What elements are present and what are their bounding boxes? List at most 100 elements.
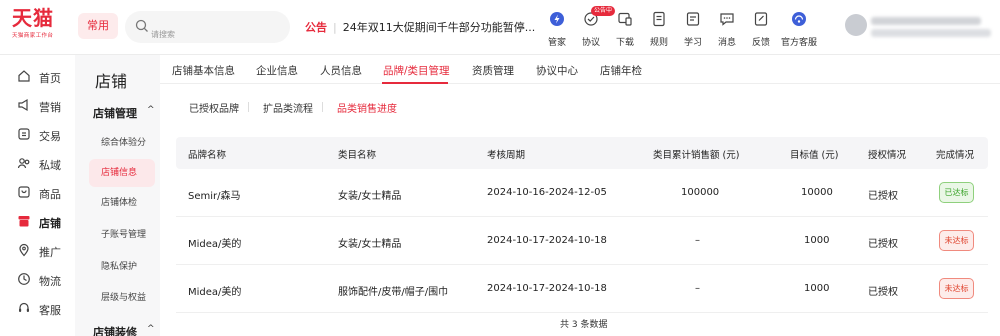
tab-brand-category[interactable]: 品牌/类目管理 bbox=[383, 63, 450, 78]
tab-agreement-center[interactable]: 协议中心 bbox=[536, 63, 578, 78]
tab-personnel-info[interactable]: 人员信息 bbox=[320, 63, 362, 78]
announcement-tag: 公告 bbox=[305, 21, 327, 34]
nav-label: 商品 bbox=[39, 188, 61, 201]
subtab-bar: 已授权品牌 扩品类流程 品类销售进度 bbox=[160, 84, 1000, 128]
nav-label: 店铺 bbox=[39, 217, 61, 230]
nav-item-customer-service[interactable]: 客服 bbox=[0, 297, 75, 319]
cell-period: 2024-10-16-2024-12-05 bbox=[487, 187, 607, 198]
tool-label: 下载 bbox=[615, 38, 634, 48]
search-placeholder: 请搜索 bbox=[151, 30, 175, 39]
subtab-authorized-brands[interactable]: 已授权品牌 bbox=[189, 100, 239, 115]
home-icon bbox=[18, 70, 30, 82]
tool-message[interactable]: 消息 bbox=[709, 8, 745, 48]
tmall-logo[interactable]: 天猫 天猫商家工作台 bbox=[12, 6, 70, 39]
tab-qualification[interactable]: 资质管理 bbox=[472, 63, 514, 78]
nav-item-marketing[interactable]: 营销 bbox=[0, 94, 75, 116]
tool-label: 协议 bbox=[581, 38, 600, 48]
table-row: Semir/森马 女装/女士精品 2024-10-16-2024-12-05 1… bbox=[176, 169, 988, 217]
subtab-category-sales-progress[interactable]: 品类销售进度 bbox=[337, 100, 397, 115]
group-label: 店铺管理 bbox=[93, 107, 137, 120]
cell-category: 女装/女士精品 bbox=[338, 239, 402, 250]
submenu-item-tier-benefits[interactable]: 层级与权益 bbox=[89, 284, 155, 312]
cell-auth: 已授权 bbox=[868, 191, 898, 202]
submenu-item-experience-score[interactable]: 综合体验分 bbox=[89, 129, 155, 157]
main-content: 店铺基本信息 企业信息 人员信息 品牌/类目管理 资质管理 协议中心 店铺年检 … bbox=[160, 55, 1000, 336]
table-row: Midea/美的 女装/女士精品 2024-10-17-2024-10-18 –… bbox=[176, 217, 988, 265]
submenu-item-subaccount[interactable]: 子账号管理 bbox=[89, 221, 155, 249]
divider bbox=[248, 102, 249, 112]
cell-brand: Midea/美的 bbox=[188, 287, 242, 298]
cell-sales: – bbox=[695, 283, 700, 294]
store-icon bbox=[18, 216, 30, 227]
tool-label: 反馈 bbox=[751, 38, 770, 48]
tool-butler[interactable]: 管家 bbox=[539, 8, 575, 48]
tool-label: 学习 bbox=[683, 38, 702, 48]
logo-text: 天猫 bbox=[12, 6, 54, 30]
column-header-status: 完成情况 bbox=[936, 150, 975, 161]
learn-icon bbox=[686, 12, 700, 26]
divider bbox=[322, 102, 323, 112]
agreement-badge: 公告中 bbox=[591, 6, 616, 16]
common-button[interactable]: 常用 bbox=[78, 13, 118, 39]
cell-brand: Semir/森马 bbox=[188, 191, 241, 202]
tool-rules[interactable]: 规则 bbox=[641, 8, 677, 48]
status-badge: 已达标 bbox=[939, 182, 974, 203]
nav-item-logistics[interactable]: 物流 bbox=[0, 268, 75, 290]
user-info-blurred bbox=[871, 29, 991, 37]
search-icon bbox=[135, 19, 148, 32]
column-header-category: 类目名称 bbox=[338, 150, 377, 161]
marketing-icon bbox=[18, 98, 28, 112]
chevron-up-icon: ^ bbox=[147, 105, 155, 115]
tool-label: 管家 bbox=[547, 38, 566, 48]
customer-service-icon bbox=[19, 302, 29, 312]
tab-bar: 店铺基本信息 企业信息 人员信息 品牌/类目管理 资质管理 协议中心 店铺年检 bbox=[160, 55, 1000, 84]
nav-item-goods[interactable]: 商品 bbox=[0, 181, 75, 203]
nav-label: 物流 bbox=[39, 275, 61, 288]
column-header-target: 目标值 (元) bbox=[790, 150, 839, 161]
nav-label: 交易 bbox=[39, 130, 61, 143]
tab-annual-inspection[interactable]: 店铺年检 bbox=[600, 63, 642, 78]
nav-label: 客服 bbox=[39, 304, 61, 317]
cell-sales: – bbox=[695, 235, 700, 246]
table-header: 品牌名称 类目名称 考核周期 类目累计销售额 (元) 目标值 (元) 授权情况 … bbox=[176, 137, 988, 169]
tab-basic-info[interactable]: 店铺基本信息 bbox=[172, 63, 235, 78]
tool-official-service[interactable]: 官方客服 bbox=[781, 8, 817, 48]
cell-sales: 100000 bbox=[681, 187, 720, 198]
search-input[interactable]: 请搜索 bbox=[125, 11, 290, 43]
cell-period: 2024-10-17-2024-10-18 bbox=[487, 283, 607, 294]
submenu-item-store-checkup[interactable]: 店铺体检 bbox=[89, 189, 155, 217]
submenu-item-privacy[interactable]: 隐私保护 bbox=[89, 253, 155, 281]
submenu-group-store-decoration[interactable]: 店铺装修 ^ bbox=[93, 324, 155, 336]
table-row: Midea/美的 服饰配件/皮带/帽子/围巾 2024-10-17-2024-1… bbox=[176, 265, 988, 313]
subtab-expand-category[interactable]: 扩品类流程 bbox=[263, 100, 313, 115]
submenu-item-store-info[interactable]: 店铺信息 bbox=[89, 159, 155, 187]
group-label: 店铺装修 bbox=[93, 326, 137, 336]
cell-auth: 已授权 bbox=[868, 287, 898, 298]
tool-label: 规则 bbox=[649, 38, 668, 48]
cell-brand: Midea/美的 bbox=[188, 239, 242, 250]
tab-company-info[interactable]: 企业信息 bbox=[256, 63, 298, 78]
promotion-icon bbox=[19, 243, 29, 257]
nav-item-store[interactable]: 店铺 bbox=[0, 210, 75, 232]
announcement-bar[interactable]: 公告 | 24年双11大促期间千牛部分功能暂停... bbox=[305, 19, 535, 35]
tool-label: 消息 bbox=[717, 38, 736, 48]
nav-item-promotion[interactable]: 推广 bbox=[0, 239, 75, 261]
nav-item-trade[interactable]: 交易 bbox=[0, 123, 75, 145]
nav-label: 私域 bbox=[39, 159, 61, 172]
private-domain-icon bbox=[17, 158, 30, 169]
column-header-brand: 品牌名称 bbox=[188, 150, 227, 161]
rules-icon bbox=[653, 11, 665, 27]
tool-feedback[interactable]: 反馈 bbox=[743, 8, 779, 48]
nav-item-home[interactable]: 首页 bbox=[0, 65, 75, 87]
column-header-auth: 授权情况 bbox=[868, 150, 907, 161]
trade-icon bbox=[18, 128, 30, 140]
goods-icon bbox=[18, 186, 30, 198]
cell-category: 服饰配件/皮带/帽子/围巾 bbox=[338, 287, 449, 298]
nav-label: 营销 bbox=[39, 101, 61, 114]
message-icon bbox=[720, 13, 734, 26]
tool-learn[interactable]: 学习 bbox=[675, 8, 711, 48]
user-profile[interactable] bbox=[845, 14, 993, 42]
nav-item-private-domain[interactable]: 私域 bbox=[0, 152, 75, 174]
column-header-sales: 类目累计销售额 (元) bbox=[653, 150, 740, 161]
submenu-group-store-management[interactable]: 店铺管理 ^ bbox=[93, 105, 155, 121]
